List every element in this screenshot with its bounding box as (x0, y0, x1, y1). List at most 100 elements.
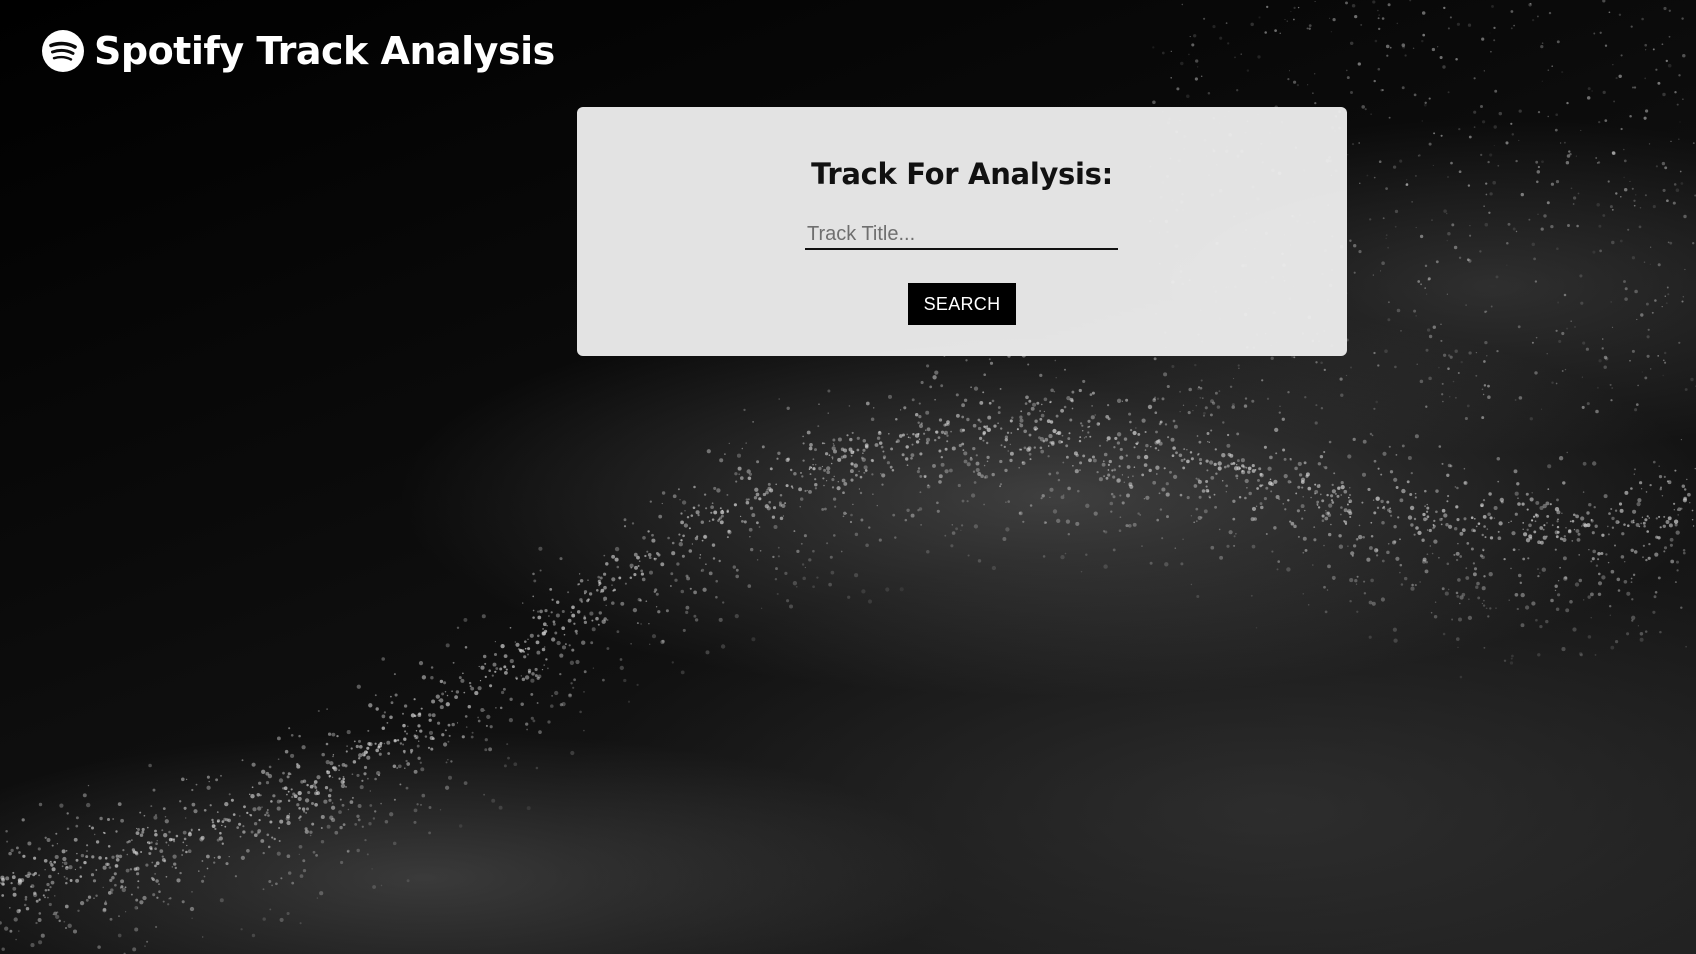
particle-dot (567, 591, 570, 594)
particle-dot (1520, 592, 1525, 598)
particle-dot (131, 848, 136, 852)
particle-dot (1410, 523, 1414, 527)
particle-dot (552, 622, 556, 626)
particle-dot (342, 823, 346, 826)
particle-dot (944, 447, 948, 451)
particle-dot (1447, 367, 1450, 370)
particle-dot (1424, 489, 1427, 493)
particle-dot (1179, 390, 1182, 393)
track-title-input[interactable] (805, 220, 1118, 250)
particle-dot (1456, 518, 1460, 522)
particle-dot (53, 911, 58, 916)
particle-dot (1497, 480, 1500, 483)
particle-dot (997, 411, 1001, 415)
particle-dot (1248, 491, 1252, 496)
particle-dot (421, 793, 426, 798)
particle-dot (573, 622, 576, 625)
particle-dot (1414, 434, 1419, 439)
particle-dot (1052, 509, 1058, 514)
particle-dot (1431, 47, 1436, 52)
particle-dot (1195, 507, 1199, 511)
particle-dot (597, 575, 601, 579)
particle-dot (963, 451, 968, 456)
particle-dot (991, 399, 995, 403)
particle-dot (1512, 548, 1516, 552)
particle-dot (1266, 5, 1269, 9)
particle-dot (1535, 514, 1539, 518)
particle-dot (1265, 486, 1269, 490)
particle-dot (1244, 496, 1247, 500)
particle-dot (1238, 495, 1242, 499)
particle-dot (910, 513, 915, 518)
particle-dot (503, 654, 508, 658)
particle-dot (403, 737, 407, 741)
particle-dot (1586, 96, 1591, 100)
particle-dot (1446, 473, 1450, 477)
particle-dot (1308, 24, 1312, 27)
particle-dot (1240, 458, 1245, 463)
particle-dot (1424, 264, 1428, 268)
particle-dot (1314, 73, 1316, 75)
particle-dot (58, 919, 61, 923)
particle-dot (427, 746, 431, 749)
particle-dot (269, 908, 272, 911)
particle-dot (1373, 79, 1376, 83)
particle-dot (1361, 105, 1365, 109)
particle-dot (1283, 474, 1288, 479)
particle-dot (600, 588, 605, 593)
particle-dot (0, 921, 2, 925)
particle-dot (291, 881, 295, 885)
particle-dot (598, 611, 602, 615)
particle-dot (889, 465, 893, 469)
particle-dot (541, 647, 546, 652)
particle-dot (224, 801, 229, 807)
particle-dot (1188, 53, 1190, 56)
particle-dot (1123, 481, 1125, 483)
particle-dot (327, 732, 332, 736)
particle-dot (579, 579, 584, 583)
particle-dot (556, 600, 560, 604)
particle-dot (1493, 26, 1496, 30)
particle-dot (114, 864, 119, 868)
particle-dot (887, 394, 893, 399)
particle-dot (182, 841, 185, 844)
search-button[interactable]: SEARCH (908, 283, 1016, 325)
particle-dot (1466, 258, 1470, 262)
particle-dot (1019, 423, 1024, 428)
particle-dot (1503, 659, 1507, 662)
particle-dot (1068, 432, 1071, 435)
particle-dot (1519, 581, 1523, 585)
particle-dot (880, 445, 884, 449)
particle-dot (104, 900, 107, 903)
particle-dot (410, 713, 415, 718)
particle-dot (561, 609, 565, 614)
particle-dot (1433, 519, 1436, 523)
particle-dot (1233, 535, 1236, 538)
particle-dot (1597, 558, 1600, 561)
particle-dot (463, 781, 468, 785)
particle-dot (1082, 379, 1086, 383)
particle-dot (1244, 478, 1249, 484)
particle-dot (1534, 280, 1538, 283)
particle-dot (24, 874, 27, 877)
particle-dot (354, 823, 358, 826)
particle-dot (278, 827, 281, 829)
particle-dot (1121, 474, 1123, 476)
particle-dot (700, 520, 704, 524)
particle-dot (1546, 514, 1550, 518)
particle-dot (570, 682, 573, 685)
page-background: Spotify Track Analysis Track For Analysi… (0, 0, 1696, 954)
particle-dot (1235, 463, 1238, 466)
particle-dot (767, 482, 771, 486)
particle-dot (361, 779, 364, 782)
particle-dot (448, 734, 451, 737)
particle-dot (186, 844, 188, 847)
particle-dot (721, 509, 724, 512)
particle-dot (471, 731, 474, 734)
particle-dot (563, 633, 566, 636)
particle-dot (1585, 347, 1589, 351)
particle-dot (1618, 74, 1622, 79)
particle-dot (132, 947, 137, 952)
particle-dot (861, 457, 866, 462)
particle-dot (1197, 452, 1200, 455)
